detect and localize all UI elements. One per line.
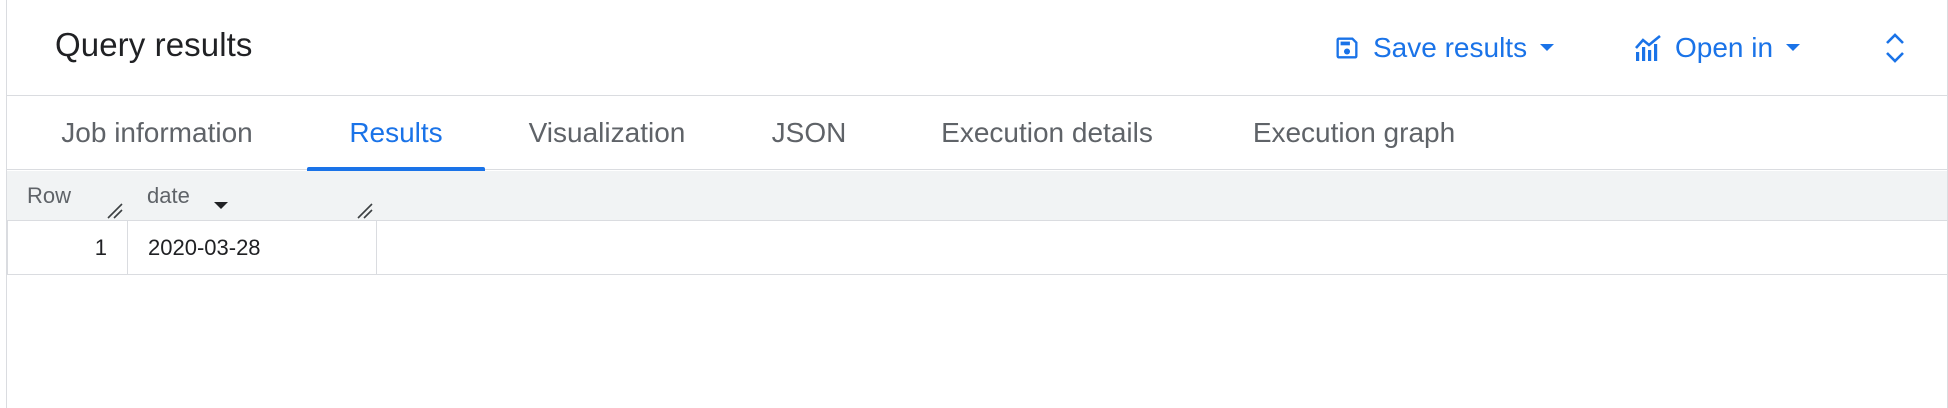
cell-row-number: 1: [7, 221, 128, 275]
resize-handle-icon[interactable]: [105, 199, 123, 219]
tab-execution-graph[interactable]: Execution graph: [1205, 96, 1503, 170]
column-header-row: Row: [7, 171, 127, 221]
column-label-row: Row: [27, 183, 72, 208]
open-in-label: Open in: [1675, 32, 1774, 63]
chart-icon: [1633, 34, 1663, 62]
results-header: Query results Save results Open in: [7, 0, 1947, 96]
sort-caret-icon[interactable]: [213, 191, 229, 217]
open-in-button[interactable]: Open in: [1633, 26, 1801, 70]
cell-date[interactable]: 2020-03-28: [128, 221, 377, 275]
resize-handle-icon[interactable]: [355, 199, 373, 219]
expand-collapse-button[interactable]: [1875, 28, 1915, 72]
query-results-panel: Query results Save results Open in Job i…: [6, 0, 1948, 408]
save-results-label: Save results: [1373, 32, 1528, 63]
table-header: Row date: [7, 171, 1947, 221]
table-row: 1 2020-03-28: [7, 221, 1947, 275]
tab-results[interactable]: Results: [307, 96, 485, 171]
chevron-down-icon: [1785, 43, 1801, 53]
results-tabs: Job information Results Visualization JS…: [7, 96, 1947, 171]
chevron-down-icon: [1539, 43, 1555, 53]
column-label-date: date: [147, 183, 190, 208]
save-icon: [1333, 34, 1361, 62]
tab-execution-details[interactable]: Execution details: [889, 96, 1205, 170]
save-results-button[interactable]: Save results: [1333, 26, 1555, 70]
page-title: Query results: [55, 26, 253, 63]
tab-visualization[interactable]: Visualization: [485, 96, 729, 170]
tab-job-information[interactable]: Job information: [7, 96, 307, 170]
column-header-date[interactable]: date: [127, 171, 377, 221]
unfold-icon: [1884, 31, 1906, 70]
tab-json[interactable]: JSON: [729, 96, 889, 170]
